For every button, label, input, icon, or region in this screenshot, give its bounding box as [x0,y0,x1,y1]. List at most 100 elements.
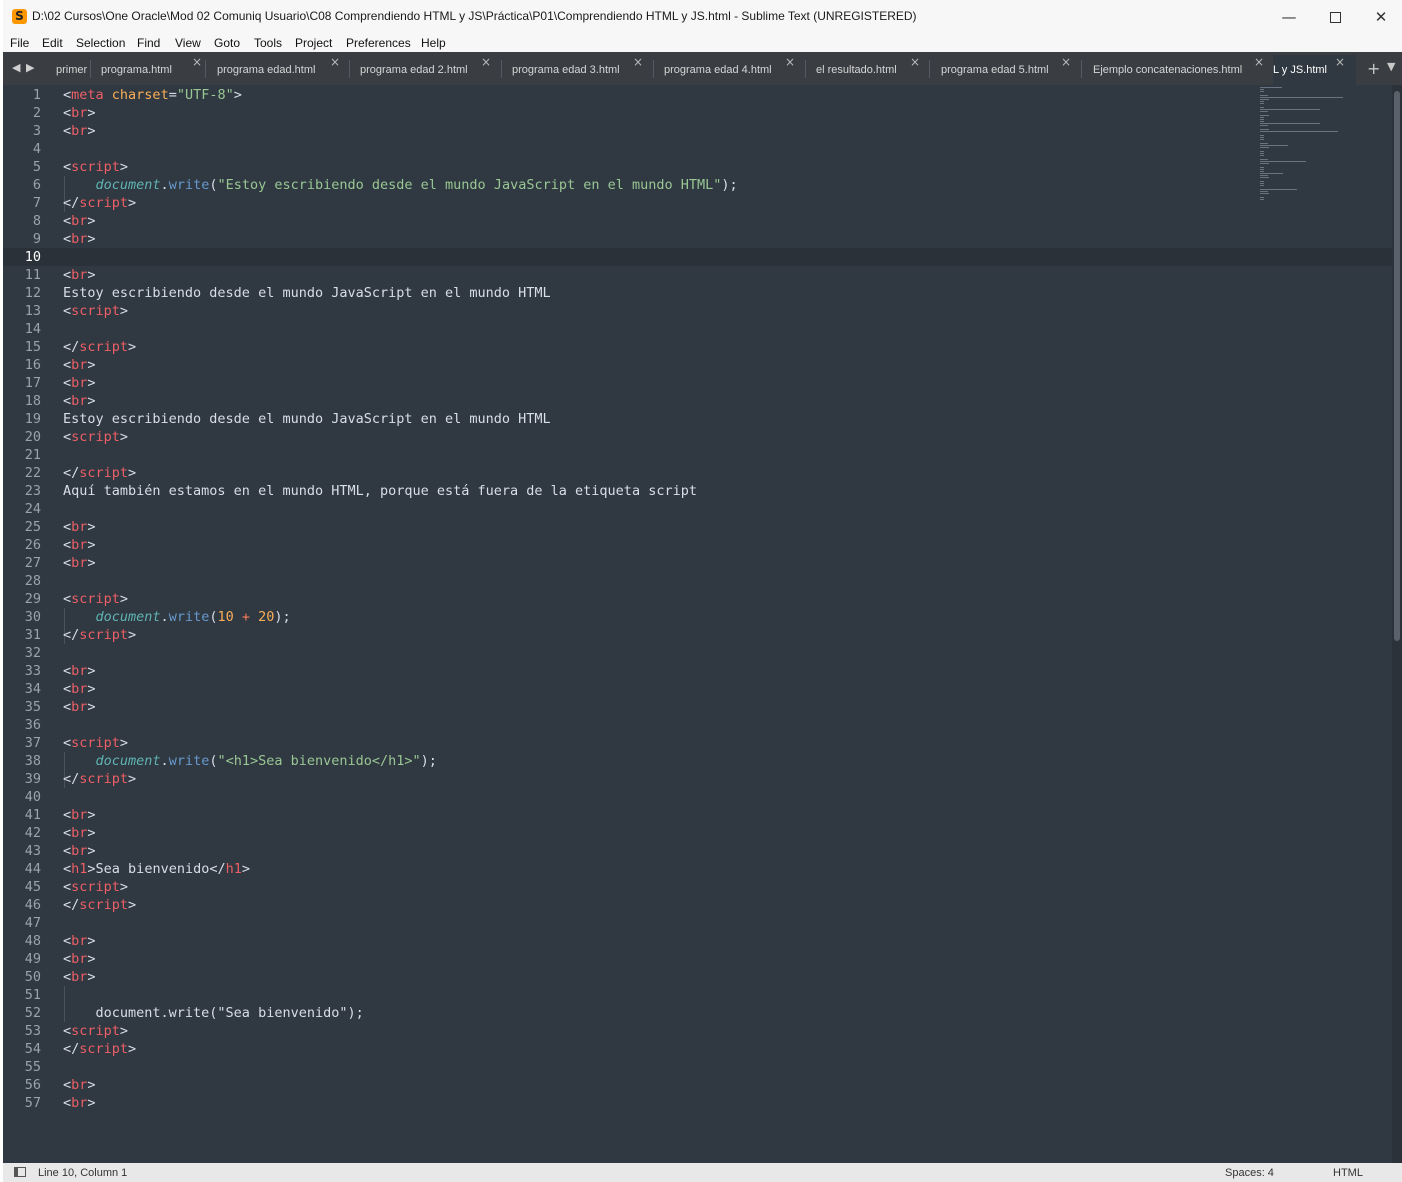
tab-close-icon[interactable]: × [910,55,920,69]
code-line[interactable]: </script> [63,194,136,212]
code-line[interactable]: <script> [63,734,128,752]
menu-edit[interactable]: Edit [42,36,63,50]
line-number: 27 [24,555,41,571]
code-line[interactable]: document.write("Sea bienvenido"); [63,1004,364,1022]
code-line[interactable]: document.write("Estoy escribiendo desde … [63,176,738,194]
code-line[interactable]: <br> [63,212,96,230]
code-line[interactable]: <script> [63,878,128,896]
code-line[interactable]: <script> [63,428,128,446]
scrollbar-thumb[interactable] [1394,91,1400,641]
menu-find[interactable]: Find [137,36,160,50]
tab-programa[interactable]: programa.html × [101,55,205,85]
code-line[interactable]: <meta charset="UTF-8"> [63,86,242,104]
code-line[interactable]: <br> [63,392,96,410]
vertical-scrollbar[interactable] [1392,85,1402,1163]
code-token: br [71,375,88,391]
code-line[interactable]: <br> [63,824,96,842]
menu-preferences[interactable]: Preferences [346,36,411,50]
code-line[interactable]: document.write(10 + 20); [63,608,291,626]
code-line[interactable]: </script> [63,770,136,788]
tab-label: Ejemplo concatenaciones.html [1093,64,1243,76]
code-line[interactable]: Estoy escribiendo desde el mundo JavaScr… [63,410,551,428]
code-line[interactable]: <br> [63,842,96,860]
code-line[interactable]: <br> [63,806,96,824]
menu-goto[interactable]: Goto [214,36,240,50]
close-button[interactable]: ✕ [1358,0,1402,34]
code-token: br [71,267,88,283]
tab-programa-edad[interactable]: programa edad.html × [217,55,349,85]
menu-tools[interactable]: Tools [254,36,282,50]
code-line[interactable]: <script> [63,590,128,608]
code-line[interactable]: Aquí también estamos en el mundo HTML, p… [63,482,697,500]
code-line[interactable]: <br> [63,104,96,122]
code-token: > [87,519,96,535]
code-line[interactable]: <br> [63,356,96,374]
code-token: br [71,969,88,985]
code-line[interactable]: document.write("<h1>Sea bienvenido</h1>"… [63,752,437,770]
code-token: = [168,87,177,103]
tab-primer[interactable]: primer [56,55,91,85]
code-line[interactable]: </script> [63,626,136,644]
tab-close-icon[interactable]: × [1335,55,1345,69]
code-line[interactable]: <script> [63,302,128,320]
code-line[interactable]: <br> [63,662,96,680]
tab-close-icon[interactable]: × [192,55,202,69]
code-line[interactable]: <script> [63,158,128,176]
code-token: meta [71,87,104,103]
code-line[interactable]: <br> [63,950,96,968]
tab-programa-edad-3[interactable]: programa edad 3.html × [512,55,654,85]
code-line[interactable]: <h1>Sea bienvenido</h1> [63,860,250,878]
menu-project[interactable]: Project [295,36,332,50]
code-line[interactable]: <br> [63,536,96,554]
code-line[interactable]: <script> [63,1022,128,1040]
code-line[interactable]: <br> [63,680,96,698]
tab-programa-edad-5[interactable]: programa edad 5.html × [941,55,1083,85]
tab-close-icon[interactable]: × [481,55,491,69]
code-line[interactable]: <br> [63,230,96,248]
code-line[interactable]: <br> [63,554,96,572]
tab-next-icon[interactable]: ▶ [26,60,38,76]
menu-file[interactable]: File [10,36,29,50]
tab-prev-icon[interactable]: ◀ [12,60,24,76]
code-line[interactable]: <br> [63,698,96,716]
menu-help[interactable]: Help [421,36,446,50]
tabs-menu-icon[interactable]: ▼ [1387,60,1395,73]
tab-close-icon[interactable]: × [1254,55,1264,69]
tab-programa-edad-2[interactable]: programa edad 2.html × [360,55,502,85]
cursor-position[interactable]: Line 10, Column 1 [38,1167,127,1179]
maximize-button[interactable] [1312,0,1358,34]
code-line[interactable]: <br> [63,1076,96,1094]
tab-close-icon[interactable]: × [785,55,795,69]
side-panel-icon[interactable] [14,1167,26,1177]
minimap-line [1260,119,1264,120]
tab-ejemplo-concatenaciones[interactable]: Ejemplo concatenaciones.html × [1093,55,1273,85]
code-line[interactable]: <br> [63,518,96,536]
new-tab-icon[interactable]: + [1367,59,1380,78]
menu-selection[interactable]: Selection [76,36,125,50]
code-editor[interactable]: 1 2 3 4 5 6 7 8 9 10 11 12 13 14 15 16 17 18 19 20 21 22 23 24 2… [3,85,1392,1163]
code-line[interactable]: </script> [63,1040,136,1058]
indentation-setting[interactable]: Spaces: 4 [1225,1167,1274,1179]
minimap[interactable] [1256,87,1356,207]
menu-view[interactable]: View [175,36,201,50]
minimize-icon: — [1281,8,1297,26]
tab-el-resultado[interactable]: el resultado.html × [816,55,930,85]
tab-close-icon[interactable]: × [330,55,340,69]
code-line[interactable]: <br> [63,1094,96,1112]
code-line[interactable]: Estoy escribiendo desde el mundo JavaScr… [63,284,551,302]
minimize-button[interactable]: — [1266,0,1312,34]
code-line[interactable]: </script> [63,464,136,482]
code-line[interactable]: <br> [63,932,96,950]
tab-programa-edad-4[interactable]: programa edad 4.html × [664,55,806,85]
code-line[interactable]: <br> [63,122,96,140]
minimap-line [1260,125,1268,126]
syntax-selector[interactable]: HTML [1333,1167,1363,1179]
code-line[interactable]: </script> [63,896,136,914]
code-line[interactable]: <br> [63,266,96,284]
tab-comprendiendo-html-js[interactable]: L y JS.html × [1273,55,1356,85]
code-line[interactable]: <br> [63,968,96,986]
code-line[interactable]: </script> [63,338,136,356]
tab-close-icon[interactable]: × [633,55,643,69]
tab-close-icon[interactable]: × [1061,55,1071,69]
code-line[interactable]: <br> [63,374,96,392]
